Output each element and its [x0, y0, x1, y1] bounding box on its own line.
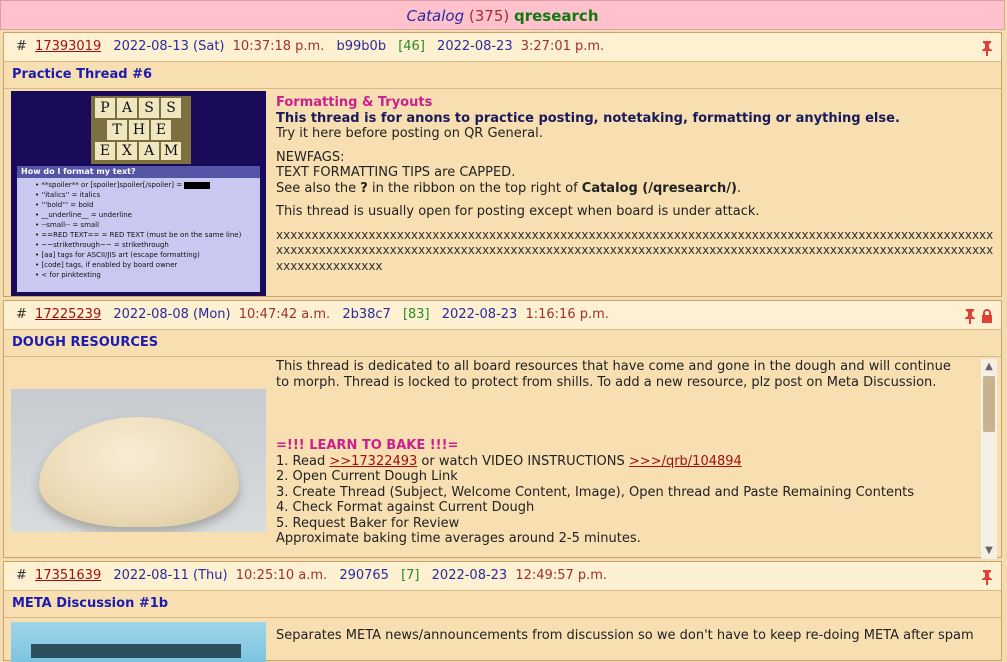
help-line: • [code] tags, if enabled by board owner [35, 261, 178, 269]
thread-date: 2022-08-08 (Mon) [113, 307, 231, 322]
excerpt-line: This thread is dedicated to all board re… [276, 359, 951, 374]
format-help-box: How do I format my text? • **spoiler** o… [17, 166, 260, 292]
pin-icon[interactable] [980, 568, 994, 585]
excerpt-line: Try it here before posting on QR General… [276, 126, 543, 141]
thread-time: 10:47:42 a.m. [238, 307, 331, 322]
hash-mark: # [16, 39, 27, 54]
excerpt-scrollbar[interactable]: ▲ ▼ [981, 359, 997, 559]
tile: E [95, 142, 115, 160]
scroll-down-arrow[interactable]: ▼ [981, 543, 997, 559]
poster-id: 2b38c7 [342, 307, 391, 322]
thread-thumbnail[interactable] [11, 622, 266, 662]
tile: E [151, 120, 171, 140]
thread-time: 10:25:10 a.m. [235, 568, 328, 583]
hash-mark: # [16, 307, 27, 322]
thread-id-link[interactable]: 17351639 [35, 568, 101, 583]
post-reference-link[interactable]: >>17322493 [329, 454, 417, 469]
excerpt-line: to morph. Thread is locked to protect fr… [276, 374, 937, 390]
tile: X [117, 142, 137, 160]
catalog-ref: Catalog (/qresearch/) [581, 180, 737, 196]
excerpt-heading: =!!! LEARN TO BAKE !!!= [276, 438, 459, 453]
help-line: • ==RED TEXT== = RED TEXT (must be on th… [35, 231, 242, 239]
help-title: How do I format my text? [17, 166, 260, 178]
excerpt-line: This thread is usually open for posting … [276, 204, 760, 219]
thread-time: 10:37:18 p.m. [232, 39, 325, 54]
last-reply-time: 1:16:16 p.m. [525, 307, 609, 322]
thread-header: # 17351639 2022-08-11 (Thu) 10:25:10 a.m… [4, 562, 1001, 591]
thread-thumbnail[interactable] [11, 389, 266, 532]
excerpt-line: Separates META news/announcements from d… [276, 628, 974, 643]
thread-card: # 17393019 2022-08-13 (Sat) 10:37:18 p.m… [3, 32, 1002, 297]
excerpt-line: Approximate baking time averages around … [276, 531, 641, 546]
thread-header: # 17225239 2022-08-08 (Mon) 10:47:42 a.m… [4, 301, 1001, 330]
help-line: • '''bold''' = bold [35, 201, 94, 209]
help-line: • ''italics'' = italics [35, 191, 101, 199]
thread-excerpt: Formatting & Tryouts This thread is for … [276, 95, 994, 274]
help-line: • < for pinktexting [35, 271, 101, 279]
excerpt-line: NEWFAGS: [276, 149, 345, 165]
thread-date: 2022-08-13 (Sat) [113, 39, 225, 54]
thread-id-link[interactable]: 17225239 [35, 307, 101, 322]
excerpt-xs: xxxxxxxxxxxxxxxxxxxxxxxxxxxxxxxxxxxxxxxx… [276, 227, 994, 273]
excerpt-line: 2. Open Current Dough Link [276, 469, 458, 484]
last-reply-time: 3:27:01 p.m. [520, 39, 605, 54]
board-name[interactable]: qresearch [514, 7, 599, 25]
help-line: • [aa] tags for ASCII/JIS art (escape fo… [35, 251, 200, 259]
scrollbar-thumb[interactable] [983, 376, 995, 432]
thread-subject[interactable]: Practice Thread #6 [4, 62, 1001, 89]
excerpt-line: 3. Create Thread (Subject, Welcome Conte… [276, 484, 915, 500]
thread-subject[interactable]: META Discussion #1b [4, 591, 1001, 618]
poster-id: b99b0b [336, 39, 387, 54]
hash-mark: # [16, 568, 27, 583]
excerpt-line: 1. Read >>17322493 or watch VIDEO INSTRU… [276, 453, 742, 469]
thread-count: (375) [468, 7, 510, 25]
last-reply-date: 2022-08-23 [431, 568, 508, 583]
lock-icon[interactable] [980, 307, 994, 323]
excerpt-line: 4. Check Format against Current Dough [276, 500, 535, 515]
thread-date: 2022-08-11 (Thu) [113, 568, 228, 583]
excerpt-line: TEXT FORMATTING TIPS are CAPPED. [276, 165, 516, 180]
excerpt-line: This thread is for anons to practice pos… [276, 110, 900, 126]
excerpt-line: See also the ? in the ribbon on the top … [276, 180, 742, 196]
catalog-link[interactable]: Catalog [406, 7, 464, 25]
excerpt-line: 5. Request Baker for Review [276, 515, 460, 531]
help-line: • --small-- = small [35, 221, 100, 229]
reply-count: [7] [401, 568, 420, 583]
help-line: • **spoiler** or [spoiler]spoiler[/spoil… [35, 180, 256, 190]
thread-header: # 17393019 2022-08-13 (Sat) 10:37:18 p.m… [4, 33, 1001, 62]
last-reply-time: 12:49:57 p.m. [515, 568, 608, 583]
thread-card: # 17351639 2022-08-11 (Thu) 10:25:10 a.m… [3, 561, 1002, 662]
thread-id-link[interactable]: 17393019 [35, 39, 101, 54]
thread-thumbnail[interactable]: P A S S T H E E X A M How do I format my… [11, 91, 266, 296]
tile: M [161, 142, 181, 160]
help-line: • ~~strikethrough~~ = strikethrough [35, 241, 169, 249]
last-reply-date: 2022-08-23 [441, 307, 518, 322]
tile: A [117, 98, 137, 118]
excerpt-heading: Formatting & Tryouts [276, 95, 433, 110]
tile: A [139, 142, 159, 160]
catalog-topbar: Catalog (375) qresearch [0, 0, 1005, 30]
help-line: • __underline__ = underline [35, 211, 132, 219]
thread-excerpt: This thread is dedicated to all board re… [276, 359, 968, 559]
thread-card: # 17225239 2022-08-08 (Mon) 10:47:42 a.m… [3, 300, 1002, 559]
thread-subject[interactable]: DOUGH RESOURCES [4, 330, 1001, 357]
thread-excerpt: Separates META news/announcements from d… [276, 628, 994, 644]
last-reply-date: 2022-08-23 [437, 39, 513, 54]
pin-icon[interactable] [980, 39, 994, 56]
tile: P [95, 98, 115, 118]
meta-banner-shape [31, 644, 241, 658]
reply-count: [83] [402, 307, 430, 322]
scroll-up-arrow[interactable]: ▲ [981, 359, 997, 375]
tile: S [139, 98, 159, 118]
tile: S [161, 98, 181, 118]
reply-count: [46] [398, 39, 425, 54]
pin-icon[interactable] [963, 307, 977, 324]
tile: T [107, 120, 127, 140]
dough-ball [39, 417, 239, 527]
tile: H [129, 120, 149, 140]
poster-id: 290765 [339, 568, 389, 583]
board-reference-link[interactable]: >>>/qrb/104894 [629, 454, 742, 469]
pass-the-exam-tiles: P A S S T H E E X A M [91, 96, 191, 164]
